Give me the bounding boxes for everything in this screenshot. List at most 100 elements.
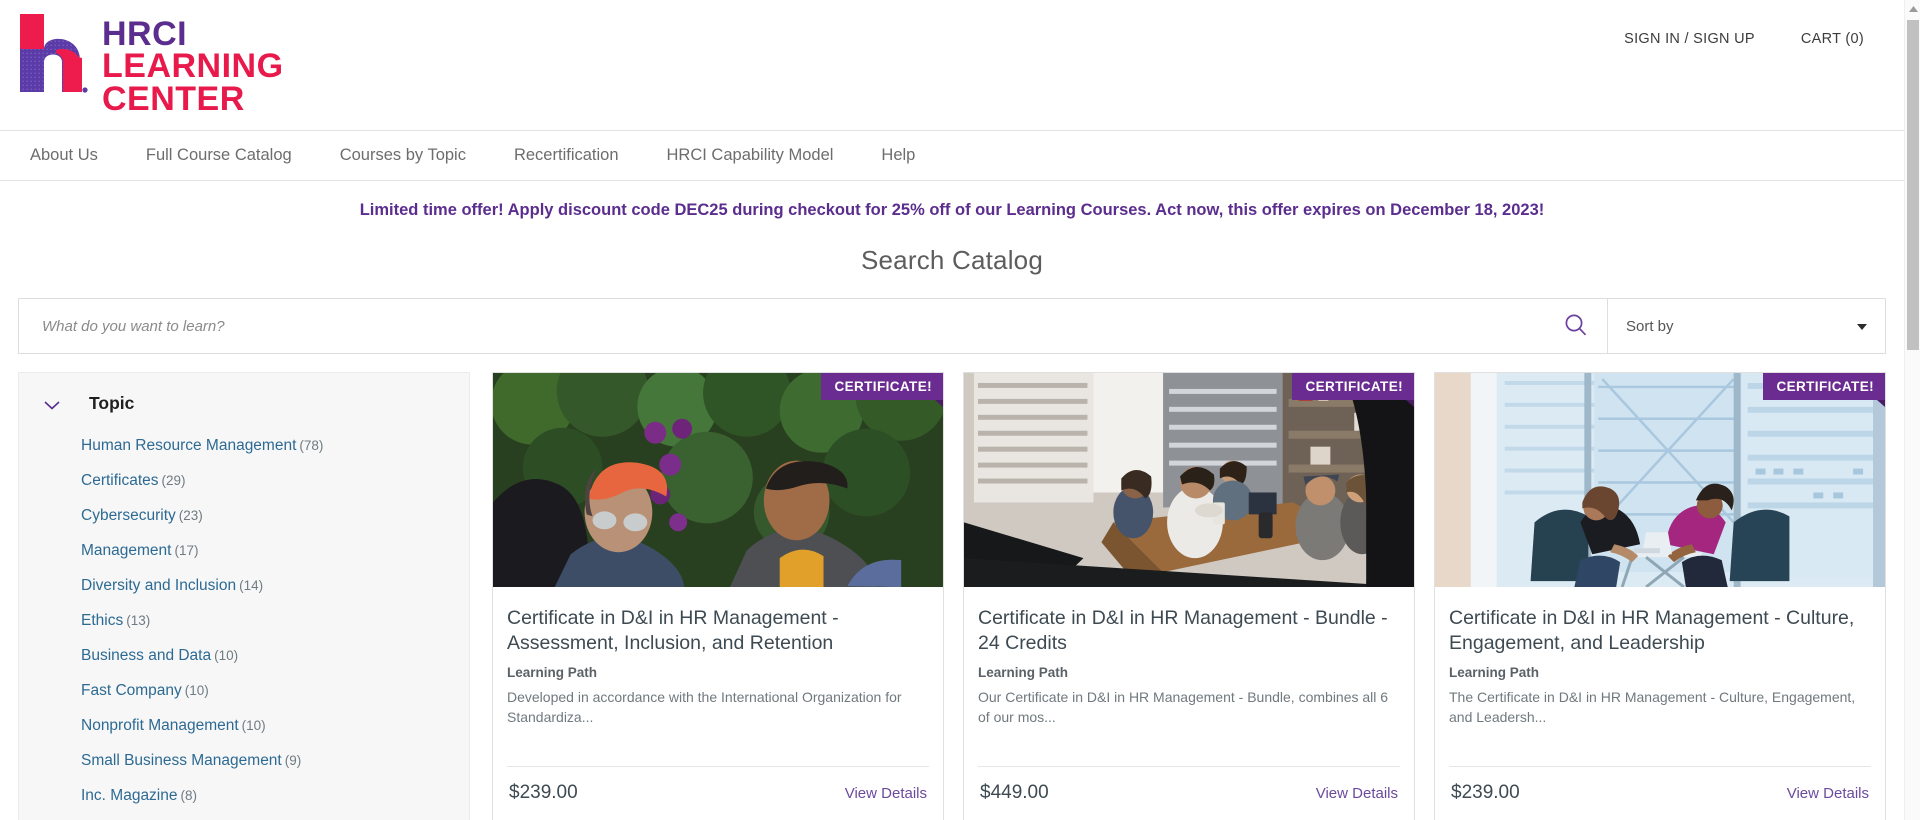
facet-item-project-management[interactable]: Project Management(8) xyxy=(19,813,469,820)
view-details-link[interactable]: View Details xyxy=(1316,785,1398,802)
course-card[interactable]: CERTIFICATE! Certificate in D&I in HR Ma… xyxy=(492,372,944,820)
nav-item-help[interactable]: Help xyxy=(881,146,915,165)
page-root: HRCI LEARNING CENTER SIGN IN / SIGN UP C… xyxy=(0,0,1920,820)
course-card-body: Certificate in D&I in HR Management - Bu… xyxy=(964,588,1414,820)
course-card-footer: $239.00 View Details xyxy=(1449,766,1871,820)
nav-item-recertification[interactable]: Recertification xyxy=(514,146,619,165)
account-links: SIGN IN / SIGN UP CART (0) xyxy=(1624,31,1864,47)
facet-item-diversity-and-inclusion[interactable]: Diversity and Inclusion (14) xyxy=(19,568,469,603)
facet-item-nonprofit-management[interactable]: Nonprofit Management (10) xyxy=(19,708,469,743)
course-title[interactable]: Certificate in D&I in HR Management - As… xyxy=(507,606,929,656)
search-icon xyxy=(1563,312,1589,341)
search-button[interactable] xyxy=(1545,312,1607,341)
facet-item-fast-company[interactable]: Fast Company (10) xyxy=(19,673,469,708)
course-card[interactable]: CERTIFICATE! Certificate in D&I in HR Ma… xyxy=(1434,372,1886,820)
facet-count: (10) xyxy=(241,717,266,733)
course-price: $239.00 xyxy=(509,782,578,803)
facet-item-business-and-data[interactable]: Business and Data (10) xyxy=(19,638,469,673)
search-input[interactable] xyxy=(19,317,1545,335)
course-price: $239.00 xyxy=(1451,782,1520,803)
course-type: Learning Path xyxy=(978,664,1069,680)
facet-label: Diversity and Inclusion xyxy=(81,576,237,594)
view-details-link[interactable]: View Details xyxy=(1787,785,1869,802)
course-card-body: Certificate in D&I in HR Management - Cu… xyxy=(1435,588,1885,820)
facet-label: Nonprofit Management xyxy=(81,716,239,734)
team-meeting-around-table-image xyxy=(964,373,1414,588)
course-card-image: CERTIFICATE! xyxy=(964,373,1414,588)
ribbon-tail xyxy=(1406,400,1414,407)
facet-item-management[interactable]: Management (17) xyxy=(19,533,469,568)
facet-label: Business and Data xyxy=(81,646,212,664)
facet-label: Cybersecurity xyxy=(81,506,176,524)
facet-label: Ethics xyxy=(81,611,124,629)
nav-item-courses-by-topic[interactable]: Courses by Topic xyxy=(340,146,466,165)
scroll-up-arrow-icon[interactable] xyxy=(1905,0,1920,17)
certificate-badge-label: CERTIFICATE! xyxy=(1776,379,1874,394)
facet-item-cybersecurity[interactable]: Cybersecurity (23) xyxy=(19,498,469,533)
facet-count: (78) xyxy=(299,437,324,453)
sort-by-label: Sort by xyxy=(1626,317,1674,335)
view-details-link[interactable]: View Details xyxy=(845,785,927,802)
facet-group-title: Topic xyxy=(89,393,135,413)
promo-banner-text: Limited time offer! Apply discount code … xyxy=(359,200,1545,219)
search-field-wrap xyxy=(19,299,1607,353)
page-scrollbar[interactable] xyxy=(1904,0,1920,820)
course-card-body: Certificate in D&I in HR Management - As… xyxy=(493,588,943,820)
chevron-down-icon xyxy=(1857,324,1867,330)
sort-by-dropdown[interactable]: Sort by xyxy=(1607,299,1885,353)
course-description: Our Certificate in D&I in HR Management … xyxy=(978,688,1389,725)
facet-item-inc-magazine[interactable]: Inc. Magazine (8) xyxy=(19,778,469,813)
course-type: Learning Path xyxy=(1449,664,1540,680)
course-card-grid: CERTIFICATE! Certificate in D&I in HR Ma… xyxy=(492,372,1886,820)
course-description: Developed in accordance with the Interna… xyxy=(507,688,902,725)
course-type: Learning Path xyxy=(507,664,598,680)
certificate-badge-label: CERTIFICATE! xyxy=(1305,379,1403,394)
nav-item-hrci-capability-model[interactable]: HRCI Capability Model xyxy=(667,146,834,165)
course-description: The Certificate in D&I in HR Management … xyxy=(1449,688,1856,725)
facet-count: (10) xyxy=(214,647,239,663)
facet-list: Human Resource Management (78) Certificat… xyxy=(19,418,469,820)
facet-label: Fast Company xyxy=(81,681,182,699)
ribbon-tail xyxy=(935,400,943,407)
course-title[interactable]: Certificate in D&I in HR Management - Bu… xyxy=(978,606,1400,656)
certificate-badge: CERTIFICATE! xyxy=(1763,373,1885,407)
cart-link[interactable]: CART (0) xyxy=(1801,31,1864,47)
course-card-image: CERTIFICATE! xyxy=(1435,373,1885,588)
search-bar: Sort by xyxy=(18,298,1886,354)
facet-item-certificates[interactable]: Certificates (29) xyxy=(19,463,469,498)
certificate-badge: CERTIFICATE! xyxy=(1292,373,1414,407)
site-logo[interactable]: HRCI LEARNING CENTER xyxy=(18,12,284,116)
course-card-footer: $449.00 View Details xyxy=(978,766,1400,820)
logo-wordmark: HRCI LEARNING CENTER xyxy=(102,12,284,116)
facet-item-human-resource-management[interactable]: Human Resource Management (78) xyxy=(19,428,469,463)
facet-count: (29) xyxy=(161,472,186,488)
certificate-badge-label: CERTIFICATE! xyxy=(834,379,932,394)
facet-label: Certificates xyxy=(81,471,159,489)
course-card-footer: $239.00 View Details xyxy=(507,766,929,820)
nav-item-full-course-catalog[interactable]: Full Course Catalog xyxy=(146,146,292,165)
facet-count: (8) xyxy=(180,787,198,803)
course-card-image: CERTIFICATE! xyxy=(493,373,943,588)
ribbon-tail xyxy=(1877,400,1885,407)
facet-item-small-business-management[interactable]: Small Business Management (9) xyxy=(19,743,469,778)
facet-count: (13) xyxy=(126,612,151,628)
facet-group-topic-header[interactable]: Topic xyxy=(19,389,469,418)
course-price: $449.00 xyxy=(980,782,1049,803)
sign-in-sign-up-link[interactable]: SIGN IN / SIGN UP xyxy=(1624,31,1755,47)
facet-count: (17) xyxy=(174,542,199,558)
facet-count: (10) xyxy=(184,682,209,698)
site-header: HRCI LEARNING CENTER SIGN IN / SIGN UP C… xyxy=(0,0,1904,131)
scrollbar-thumb[interactable] xyxy=(1907,20,1919,350)
browser-viewport: HRCI LEARNING CENTER SIGN IN / SIGN UP C… xyxy=(0,0,1904,820)
nav-item-about-us[interactable]: About Us xyxy=(30,146,98,165)
facet-item-ethics[interactable]: Ethics (13) xyxy=(19,603,469,638)
facet-count: (9) xyxy=(284,752,302,768)
promo-banner: Limited time offer! Apply discount code … xyxy=(0,181,1904,239)
certificate-badge: CERTIFICATE! xyxy=(821,373,943,407)
course-card[interactable]: CERTIFICATE! Certificate in D&I in HR Ma… xyxy=(963,372,1415,820)
logo-line-hrci: HRCI xyxy=(102,15,188,53)
course-title[interactable]: Certificate in D&I in HR Management - Cu… xyxy=(1449,606,1871,656)
facet-count: (14) xyxy=(239,577,264,593)
facet-count: (23) xyxy=(178,507,203,523)
facet-label: Management xyxy=(81,541,172,559)
